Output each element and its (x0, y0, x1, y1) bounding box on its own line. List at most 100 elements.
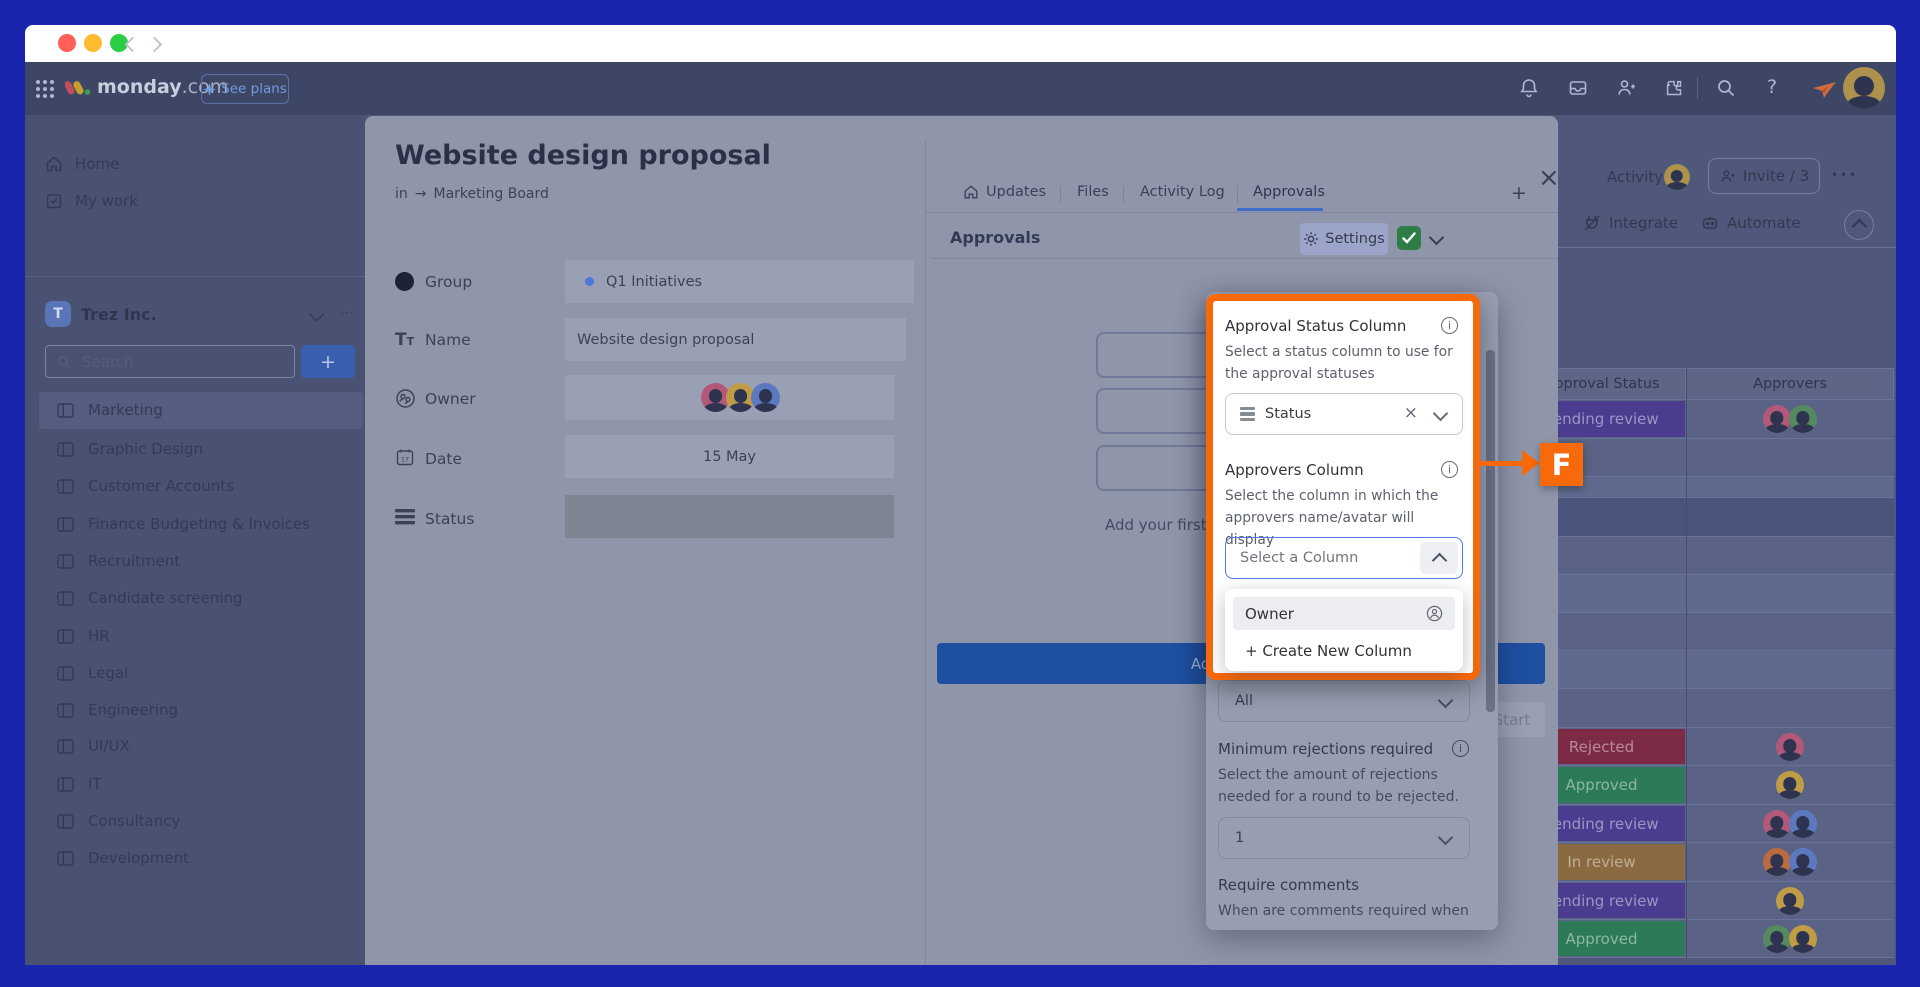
board-icon (57, 703, 74, 718)
chevron-down-icon[interactable] (1433, 406, 1449, 422)
add-tab-button[interactable]: + (1511, 182, 1527, 204)
sidebar-item-home[interactable]: Home (45, 152, 119, 176)
notifications-bell-icon[interactable] (1518, 77, 1540, 99)
table-row[interactable]: Approved (1518, 766, 1894, 805)
table-row[interactable] (1518, 651, 1894, 689)
group-value[interactable]: Q1 Initiatives (565, 260, 914, 303)
menu-option-create-new-column[interactable]: + Create New Column (1233, 637, 1455, 665)
sidebar-board-marketing[interactable]: Marketing (57, 398, 163, 422)
chevron-down-icon (1438, 830, 1454, 846)
table-row[interactable] (1518, 498, 1894, 537)
modal-close-button[interactable]: × (1538, 168, 1560, 188)
panel-scrollbar[interactable] (1486, 350, 1495, 712)
monday-logo-mark (65, 78, 91, 98)
approvals-check-icon[interactable] (1397, 226, 1421, 250)
integrate-button[interactable]: Integrate (1583, 214, 1678, 232)
table-row[interactable] (1518, 613, 1894, 651)
table-row[interactable] (1518, 575, 1894, 613)
tab-activity-log[interactable]: Activity Log (1140, 184, 1225, 200)
help-icon[interactable]: ? (1767, 76, 1777, 98)
board-menu-dots[interactable]: ••• (1831, 168, 1858, 182)
chevron-up-box[interactable] (1420, 542, 1458, 574)
sidebar-board-recruitment[interactable]: Recruitment (57, 549, 180, 573)
info-icon[interactable] (1452, 740, 1469, 757)
clear-selection-icon[interactable]: × (1404, 403, 1418, 423)
board-icon (57, 739, 74, 754)
sidebar-board-uiux[interactable]: UI/UX (57, 734, 130, 758)
table-row[interactable] (1518, 537, 1894, 575)
status-column-select[interactable]: Status × (1225, 393, 1463, 435)
automate-button[interactable]: Automate (1701, 214, 1801, 232)
sidebar-board-candidate-screening[interactable]: Candidate screening (57, 586, 243, 610)
workspace-name[interactable]: Trez Inc. (81, 305, 157, 324)
workspace-avatar[interactable]: T (45, 301, 71, 327)
browser-forward-icon[interactable] (147, 37, 163, 53)
table-row[interactable]: Pending review (1518, 400, 1894, 439)
sidebar-board-customer-accounts[interactable]: Customer Accounts (57, 474, 234, 498)
tab-approvals[interactable]: Approvals (1253, 184, 1325, 200)
table-row[interactable]: Rejected (1518, 728, 1894, 766)
chevron-up-icon (1431, 552, 1447, 568)
traffic-light-minimize[interactable] (84, 34, 102, 52)
breadcrumb[interactable]: in → Marketing Board (395, 186, 549, 202)
tab-separator (1123, 186, 1124, 203)
grid-icon[interactable] (35, 79, 55, 99)
search-input[interactable] (80, 352, 254, 372)
browser-chrome (25, 25, 1896, 62)
workspace-chevron-icon[interactable] (309, 307, 325, 323)
sidebar-board-hr[interactable]: HR (57, 624, 110, 648)
table-row[interactable]: Approved (1518, 920, 1894, 958)
sidebar-board-finance[interactable]: Finance Budgeting & Invoices (57, 512, 310, 536)
approvers-column-select[interactable]: Select a Column (1225, 537, 1463, 579)
invite-person-add-icon[interactable] (1615, 77, 1637, 99)
tab-updates[interactable]: Updates (963, 184, 1046, 200)
sidebar-add-button[interactable]: + (301, 345, 355, 378)
require-comments-title: Require comments (1218, 876, 1359, 894)
item-title[interactable]: Website design proposal (395, 140, 771, 171)
table-row[interactable] (1518, 689, 1894, 728)
name-value[interactable]: Website design proposal (565, 318, 906, 361)
sidebar-board-consultancy[interactable]: Consultancy (57, 809, 180, 833)
table-row[interactable]: Pending review (1518, 805, 1894, 843)
date-value[interactable]: 15 May (565, 435, 894, 478)
approvals-chevron-icon[interactable] (1429, 230, 1445, 246)
sidebar-search[interactable] (45, 345, 295, 378)
table-row[interactable]: Pending review (1518, 882, 1894, 920)
search-icon[interactable] (1715, 77, 1737, 99)
tab-files[interactable]: Files (1077, 184, 1109, 200)
user-avatar[interactable] (1843, 67, 1885, 109)
board-icon (57, 851, 74, 866)
inbox-icon[interactable] (1567, 77, 1589, 99)
workspace-menu-dots[interactable]: ⋯ (340, 305, 354, 321)
group-icon (395, 272, 414, 291)
approver-avatar (1789, 810, 1817, 838)
approver-avatar (1776, 887, 1804, 915)
sidebar-board-it[interactable]: IT (57, 772, 102, 796)
sidebar-board-engineering[interactable]: Engineering (57, 698, 178, 722)
approvers-filter-select[interactable]: All (1218, 680, 1470, 722)
owner-value[interactable] (565, 375, 894, 420)
person-add-icon (1719, 168, 1736, 185)
apps-puzzle-icon[interactable] (1663, 77, 1685, 99)
sidebar-item-my-work[interactable]: My work (45, 189, 138, 213)
menu-option-owner[interactable]: Owner (1233, 597, 1455, 630)
invite-button[interactable]: Invite / 3 (1708, 158, 1820, 194)
board-activity-button[interactable]: Activity (1607, 168, 1663, 186)
sidebar-item-label: My work (75, 192, 138, 210)
traffic-light-close[interactable] (58, 34, 76, 52)
approvals-settings-button[interactable]: Settings (1300, 223, 1388, 255)
sidebar-board-development[interactable]: Development (57, 846, 189, 870)
collapse-header-button[interactable] (1844, 210, 1874, 240)
info-icon[interactable] (1441, 317, 1458, 334)
sidebar-board-graphic-design[interactable]: Graphic Design (57, 437, 203, 461)
status-value[interactable] (565, 495, 894, 538)
table-row[interactable]: In review (1518, 843, 1894, 882)
approvals-heading: Approvals (950, 228, 1040, 247)
min-rejections-select[interactable]: 1 (1218, 817, 1470, 859)
info-icon[interactable] (1441, 461, 1458, 478)
sidebar-board-legal[interactable]: Legal (57, 661, 128, 685)
board-icon (57, 442, 74, 457)
see-plans-button[interactable]: See plans (201, 74, 289, 104)
column-header-approvers[interactable]: Approvers (1686, 368, 1894, 400)
board-icon (57, 591, 74, 606)
